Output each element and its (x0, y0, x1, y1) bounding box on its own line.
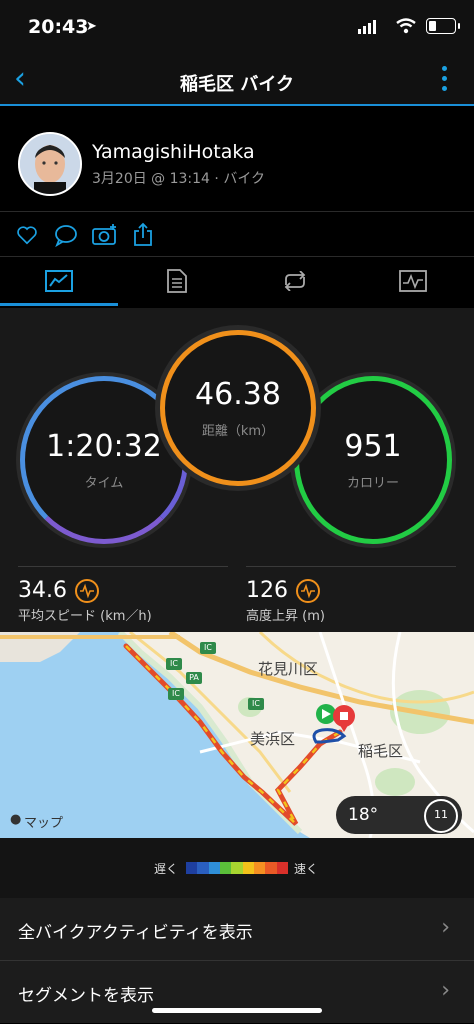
heart-icon[interactable] (16, 220, 38, 250)
user-name[interactable]: YamagishiHotaka (92, 141, 255, 163)
map-attribution: マップ (24, 816, 64, 831)
elevation-stat[interactable]: 126 高度上昇 (m) (246, 578, 325, 624)
divider (246, 566, 456, 567)
time-label: タイム (84, 476, 124, 491)
chevron-right-icon: › (441, 915, 450, 940)
page-title: 稲毛区 バイク (180, 74, 294, 95)
avatar[interactable] (18, 132, 82, 196)
ic-badge: IC (252, 699, 260, 708)
stats-panel: 1:20:32 タイム 951 カロリー 46.38 距離（km） 34.6 平… (0, 308, 474, 632)
elevation-value: 126 (246, 578, 288, 603)
battery-icon (426, 18, 460, 34)
overview-tab-icon (45, 270, 73, 292)
comment-icon[interactable] (54, 220, 78, 250)
weather-pill[interactable]: 18° 11 (336, 796, 462, 834)
ic-badge: IC (172, 689, 180, 698)
activity-meta: 3月20日 @ 13:14 · バイク (92, 171, 266, 187)
tab-bar (0, 256, 474, 308)
all-activities-row[interactable]: 全バイクアクティビティを表示 › (0, 898, 474, 960)
time-value: 1:20:32 (46, 429, 162, 464)
calorie-circle[interactable]: 951 カロリー (294, 376, 452, 544)
divider (18, 566, 228, 567)
elevation-label: 高度上昇 (m) (246, 608, 325, 624)
all-activities-label: 全バイクアクティビティを表示 (18, 923, 253, 943)
map-label-inage: 稲毛区 (358, 742, 404, 760)
more-vertical-icon[interactable] (442, 66, 448, 96)
details-tab-icon (167, 269, 187, 293)
avg-speed-label: 平均スピード (km／h) (18, 608, 152, 624)
tab-laps[interactable] (236, 256, 354, 306)
calorie-value: 951 (344, 429, 402, 464)
wind-speed: 11 (434, 808, 448, 821)
tab-details[interactable] (118, 256, 236, 306)
calorie-label: カロリー (346, 476, 399, 491)
nav-bar: ‹ 稲毛区 バイク (0, 56, 474, 106)
divider (0, 211, 474, 212)
map-label-hanamigawa: 花見川区 (258, 660, 319, 678)
distance-value: 46.38 (195, 377, 281, 412)
route-map[interactable]: 花見川区 美浜区 稲毛区 IC IC IC PA IC ● マップ 18° 11 (0, 632, 474, 838)
speed-legend: 遅く 速く (0, 838, 474, 898)
temperature-value: 18° (348, 805, 379, 825)
ic-badge: IC (170, 659, 178, 668)
home-indicator[interactable] (152, 1008, 322, 1013)
location-arrow-icon: ➤ (86, 19, 97, 34)
map-label-mihama: 美浜区 (250, 730, 296, 748)
chevron-right-icon: › (441, 978, 450, 1003)
ic-badge: IC (204, 643, 212, 652)
wind-dial-icon: 11 (424, 799, 458, 833)
charts-tab-icon (399, 270, 427, 292)
share-icon[interactable] (132, 220, 154, 250)
signal-icon (358, 20, 376, 34)
status-time: 20:43 (28, 16, 89, 38)
avg-speed-value: 34.6 (18, 578, 67, 603)
legend-fast: 速く (294, 862, 319, 876)
distance-label: 距離（km） (201, 424, 275, 439)
apple-logo-icon: ● (10, 812, 22, 827)
trend-wave-icon (74, 578, 99, 603)
tab-charts[interactable] (354, 256, 472, 306)
wifi-icon (396, 18, 416, 34)
camera-add-icon[interactable] (92, 220, 118, 250)
trend-wave-icon (296, 578, 320, 603)
tab-overview[interactable] (0, 256, 118, 306)
avg-speed-stat[interactable]: 34.6 平均スピード (km／h) (18, 578, 152, 624)
ic-badge: PA (189, 673, 199, 682)
tab-indicator (0, 303, 118, 306)
speed-gradient-bar (186, 862, 288, 874)
segments-label: セグメントを表示 (18, 986, 154, 1006)
legend-slow: 遅く (154, 862, 179, 876)
segments-row[interactable]: セグメントを表示 › (0, 961, 474, 1023)
status-bar: 20:43 ➤ (0, 0, 474, 56)
laps-tab-icon (284, 271, 306, 291)
distance-circle[interactable]: 46.38 距離（km） (160, 330, 316, 486)
